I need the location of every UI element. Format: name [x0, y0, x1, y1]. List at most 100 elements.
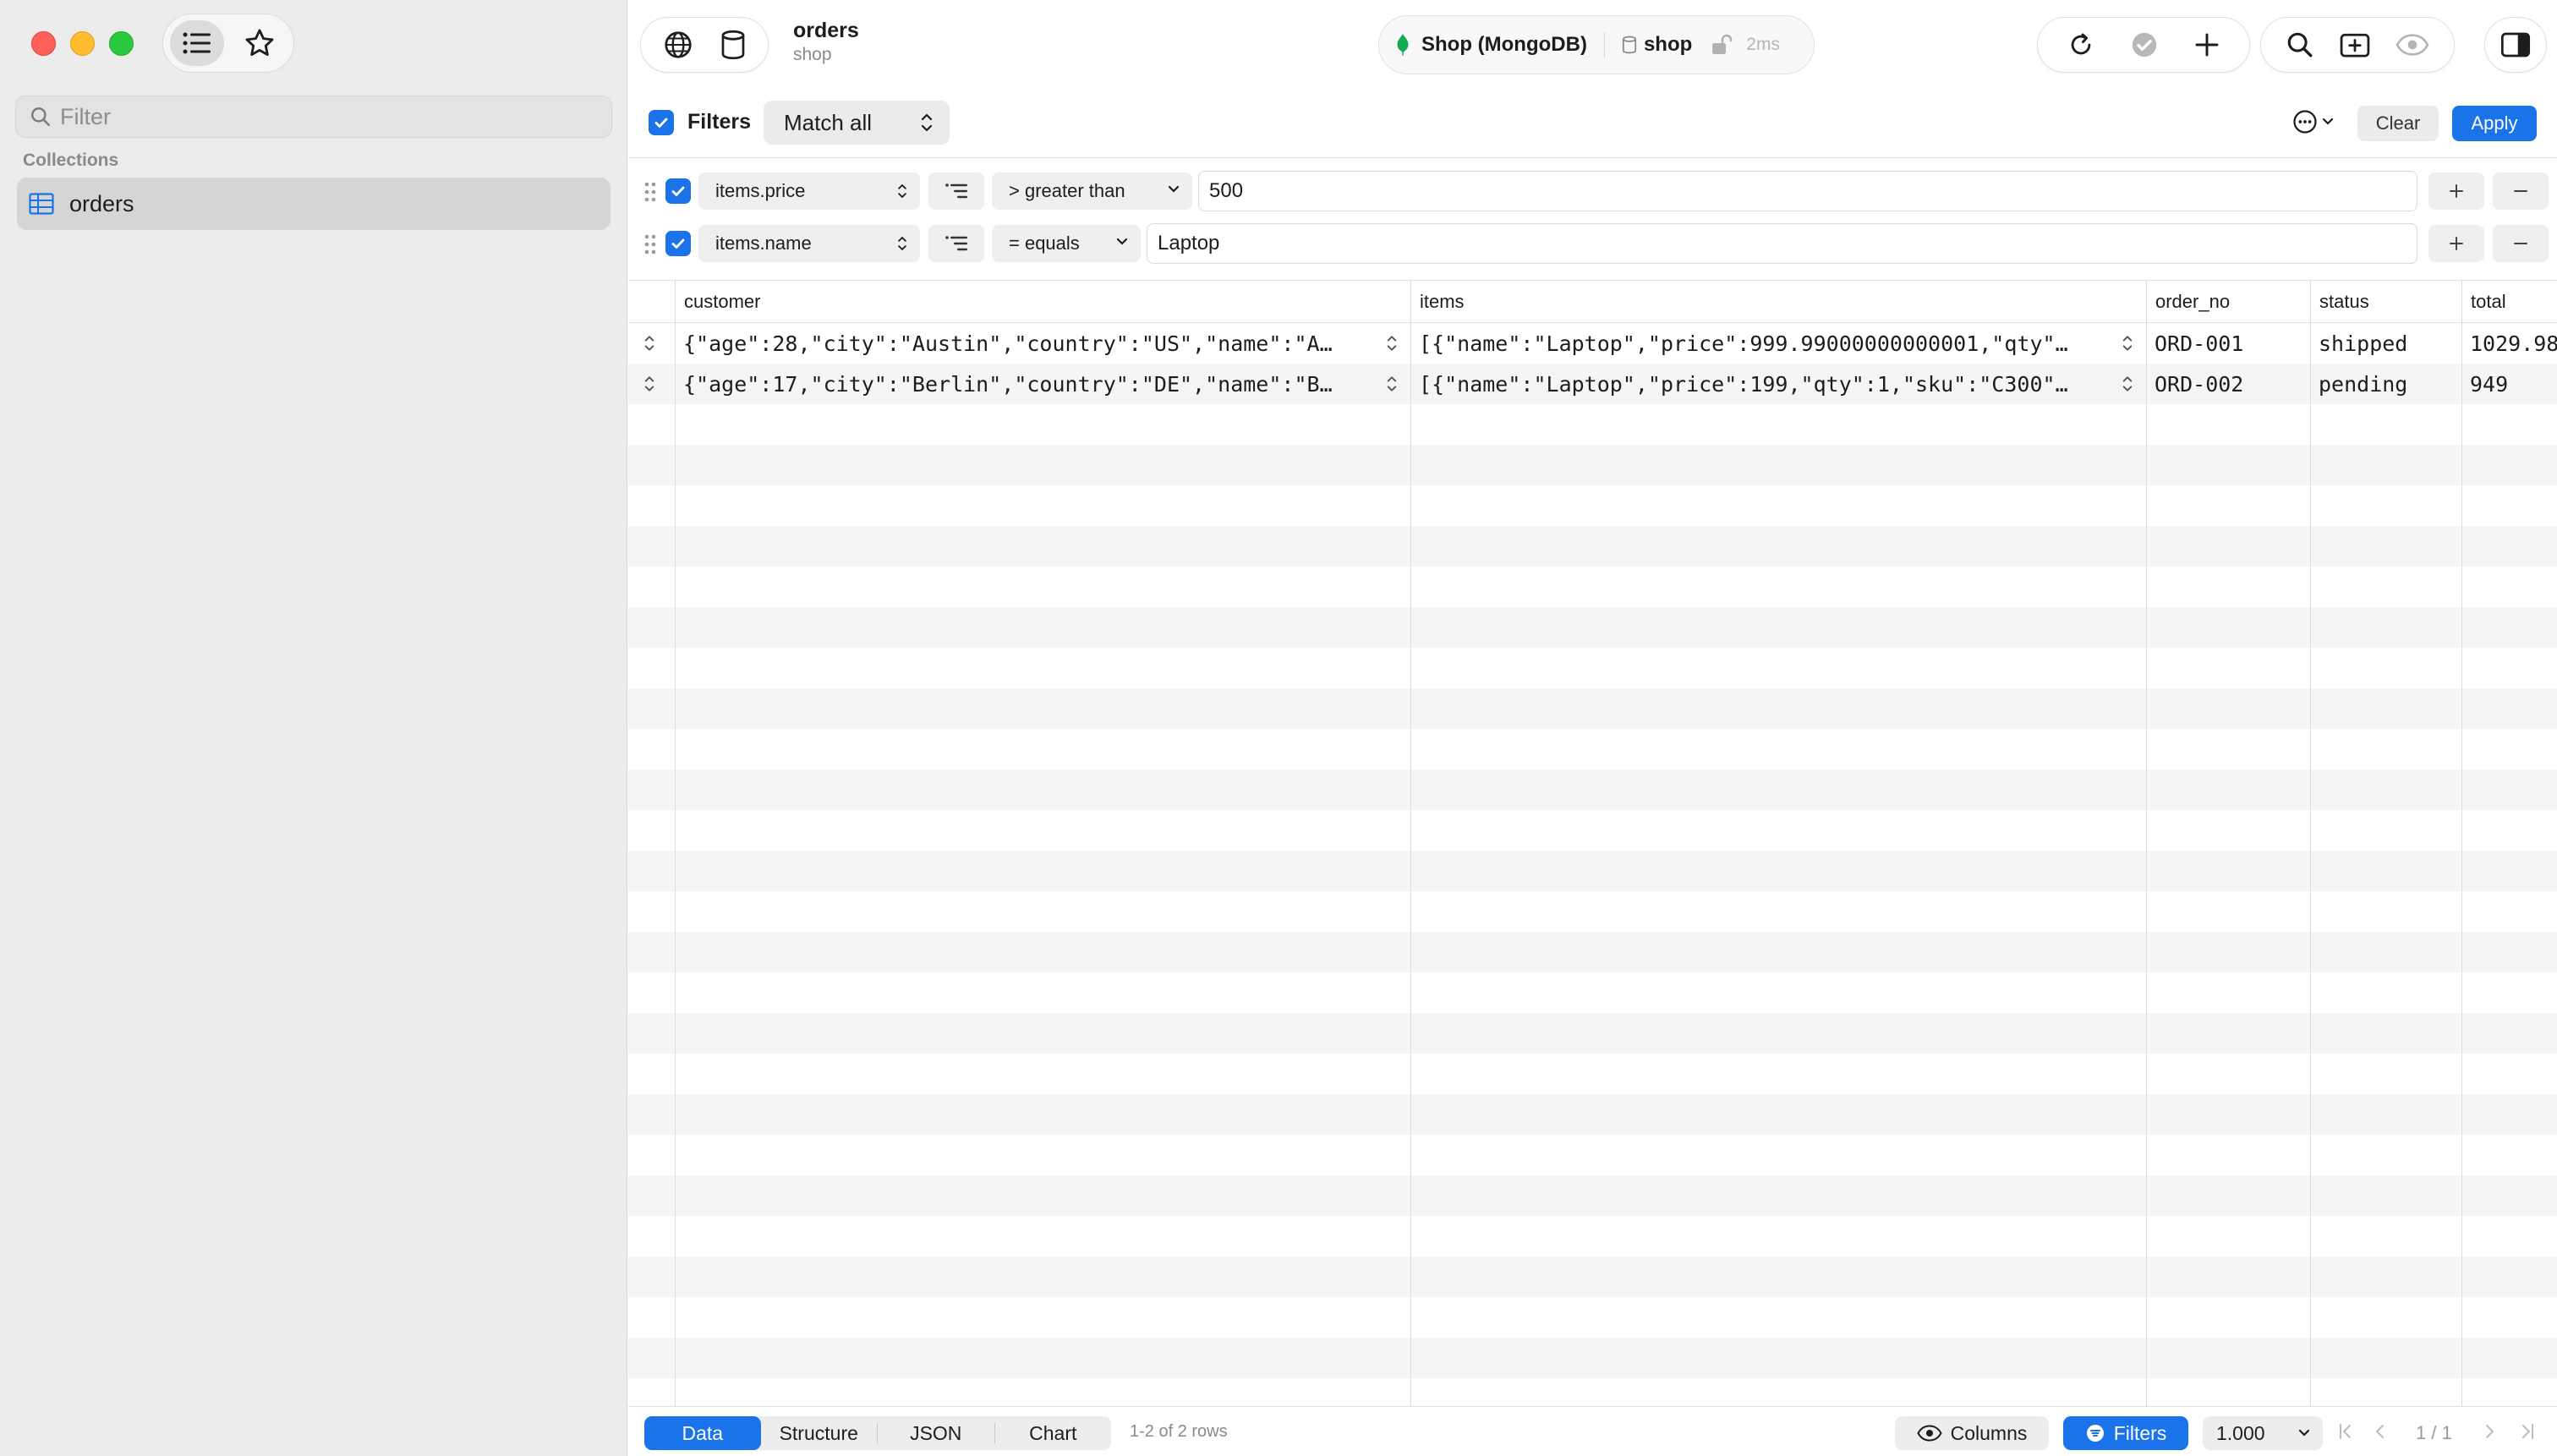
- add-filter-button[interactable]: [2428, 172, 2484, 210]
- grid-header: customer items order_no status total: [628, 281, 2557, 323]
- unlock-icon[interactable]: [1711, 34, 1734, 56]
- filter-value-input[interactable]: Laptop: [1147, 223, 2417, 264]
- table-row[interactable]: {"age":28,"city":"Austin","country":"US"…: [628, 323, 2557, 364]
- connection-status-pill[interactable]: Shop (MongoDB) shop 2ms: [1378, 15, 1815, 74]
- search-icon: [31, 107, 51, 127]
- expand-cell-icon[interactable]: [1385, 374, 1399, 394]
- cell-items[interactable]: [{"name":"Laptop","price":999.9900000000…: [1410, 323, 2121, 364]
- filter-operator-select[interactable]: = equals: [992, 225, 1141, 262]
- first-page-icon[interactable]: [2337, 1422, 2354, 1441]
- remove-filter-button[interactable]: [2493, 225, 2549, 262]
- sidebar-mode-switcher: [162, 14, 294, 73]
- tab-structure[interactable]: Structure: [761, 1416, 878, 1450]
- favorites-button[interactable]: [233, 20, 287, 66]
- filters-enabled-checkbox[interactable]: [649, 110, 674, 135]
- cell-order-no[interactable]: ORD-002: [2146, 364, 2310, 404]
- ellipsis-circle-icon: [2293, 110, 2317, 134]
- cell-total[interactable]: 949: [2461, 364, 2557, 404]
- plus-icon: [2450, 237, 2463, 250]
- tab-chart[interactable]: Chart: [995, 1416, 1112, 1450]
- drag-handle-icon[interactable]: [643, 233, 657, 255]
- remove-filter-button[interactable]: [2493, 172, 2549, 210]
- cell-status[interactable]: shipped: [2310, 323, 2461, 364]
- database-name: shop: [1643, 33, 1693, 56]
- filter-options-button[interactable]: [2292, 109, 2335, 134]
- filter-value-input[interactable]: 500: [1198, 171, 2417, 211]
- column-header-total[interactable]: total: [2461, 281, 2557, 323]
- grid-row-stripe: [628, 607, 2557, 648]
- filter-field-select[interactable]: items.price: [698, 172, 920, 210]
- column-header-status[interactable]: status: [2310, 281, 2461, 323]
- cell-order-no[interactable]: ORD-001: [2146, 323, 2310, 364]
- sidebar: Collections orders: [0, 0, 627, 1456]
- previous-page-icon[interactable]: [2374, 1422, 2387, 1441]
- cell-status[interactable]: pending: [2310, 364, 2461, 404]
- filter-row-checkbox[interactable]: [665, 231, 691, 256]
- column-divider: [2310, 323, 2311, 1406]
- next-page-icon[interactable]: [2483, 1422, 2496, 1441]
- sidebar-filter-field[interactable]: [15, 96, 612, 138]
- grid-row-stripe: [628, 688, 2557, 729]
- page-size-select[interactable]: 1.000: [2203, 1416, 2323, 1450]
- filter-row-checkbox[interactable]: [665, 178, 691, 204]
- apply-filters-button[interactable]: Apply: [2452, 106, 2537, 141]
- filters-toggle-button[interactable]: Filters: [2063, 1416, 2188, 1450]
- page-size-value: 1.000: [2216, 1421, 2265, 1444]
- clear-filters-button[interactable]: Clear: [2357, 106, 2439, 141]
- search-icon[interactable]: [2286, 30, 2314, 59]
- last-page-icon[interactable]: [2519, 1422, 2536, 1441]
- cell-items[interactable]: [{"name":"Laptop","price":199,"qty":1,"s…: [1410, 364, 2121, 404]
- match-mode-value: Match all: [784, 109, 873, 135]
- sidebar-item-orders[interactable]: orders: [17, 178, 611, 230]
- column-header-order-no[interactable]: order_no: [2146, 281, 2310, 323]
- cell-total[interactable]: 1029.98: [2461, 323, 2557, 364]
- columns-button[interactable]: Columns: [1895, 1416, 2049, 1450]
- close-window-button[interactable]: [31, 31, 56, 56]
- chevron-down-icon: [2298, 1429, 2310, 1437]
- sidebar-filter-input[interactable]: [60, 103, 567, 130]
- grid-row-stripe: [628, 1135, 2557, 1175]
- expand-row-icon[interactable]: [643, 333, 656, 353]
- plus-icon: [2450, 184, 2463, 198]
- expand-cell-icon[interactable]: [1385, 333, 1399, 353]
- cell-customer[interactable]: {"age":28,"city":"Austin","country":"US"…: [675, 323, 1385, 364]
- toolbar-left-group: [640, 17, 769, 73]
- filter-operator-select[interactable]: > greater than: [992, 172, 1192, 210]
- filter-field-select[interactable]: items.name: [698, 225, 920, 262]
- tab-data[interactable]: Data: [644, 1416, 761, 1450]
- drag-handle-icon[interactable]: [643, 181, 657, 203]
- sidebar-right-icon: [2500, 32, 2531, 57]
- view-tools: [2260, 17, 2455, 73]
- toggle-inspector-button[interactable]: [2484, 17, 2547, 73]
- main-toolbar: orders shop Shop (MongoDB) shop 2ms: [628, 0, 2557, 89]
- add-filter-button[interactable]: [2428, 225, 2484, 262]
- zoom-window-button[interactable]: [109, 31, 134, 56]
- tab-json[interactable]: JSON: [878, 1416, 994, 1450]
- sidebar-item-label: orders: [69, 190, 134, 216]
- match-mode-select[interactable]: Match all: [764, 101, 950, 145]
- commit-check-icon[interactable]: [2130, 30, 2159, 59]
- column-header-customer[interactable]: customer: [675, 281, 1410, 323]
- filter-list-mode-button[interactable]: [928, 225, 984, 262]
- list-view-button[interactable]: [170, 20, 224, 66]
- expand-row-icon[interactable]: [643, 374, 656, 394]
- expand-cell-icon[interactable]: [2121, 374, 2134, 394]
- plus-icon[interactable]: [2193, 31, 2220, 58]
- filter-row: items.name = equals Laptop: [628, 220, 2557, 267]
- checkmark-icon: [671, 238, 685, 249]
- globe-icon[interactable]: [663, 30, 693, 60]
- page-indicator: 1 / 1: [2416, 1422, 2452, 1443]
- column-divider: [675, 323, 676, 1406]
- filter-list-mode-button[interactable]: [928, 172, 984, 210]
- database-icon[interactable]: [720, 30, 746, 60]
- table-row[interactable]: {"age":17,"city":"Berlin","country":"DE"…: [628, 364, 2557, 404]
- eye-icon[interactable]: [2395, 33, 2429, 57]
- filter-operator-value: = equals: [1009, 233, 1080, 254]
- refresh-icon[interactable]: [2067, 30, 2095, 59]
- column-header-items[interactable]: items: [1410, 281, 2146, 323]
- minimize-window-button[interactable]: [70, 31, 95, 56]
- cell-customer[interactable]: {"age":17,"city":"Berlin","country":"DE"…: [675, 364, 1385, 404]
- new-tab-icon[interactable]: [2340, 31, 2370, 58]
- list-icon: [183, 32, 211, 54]
- expand-cell-icon[interactable]: [2121, 333, 2134, 353]
